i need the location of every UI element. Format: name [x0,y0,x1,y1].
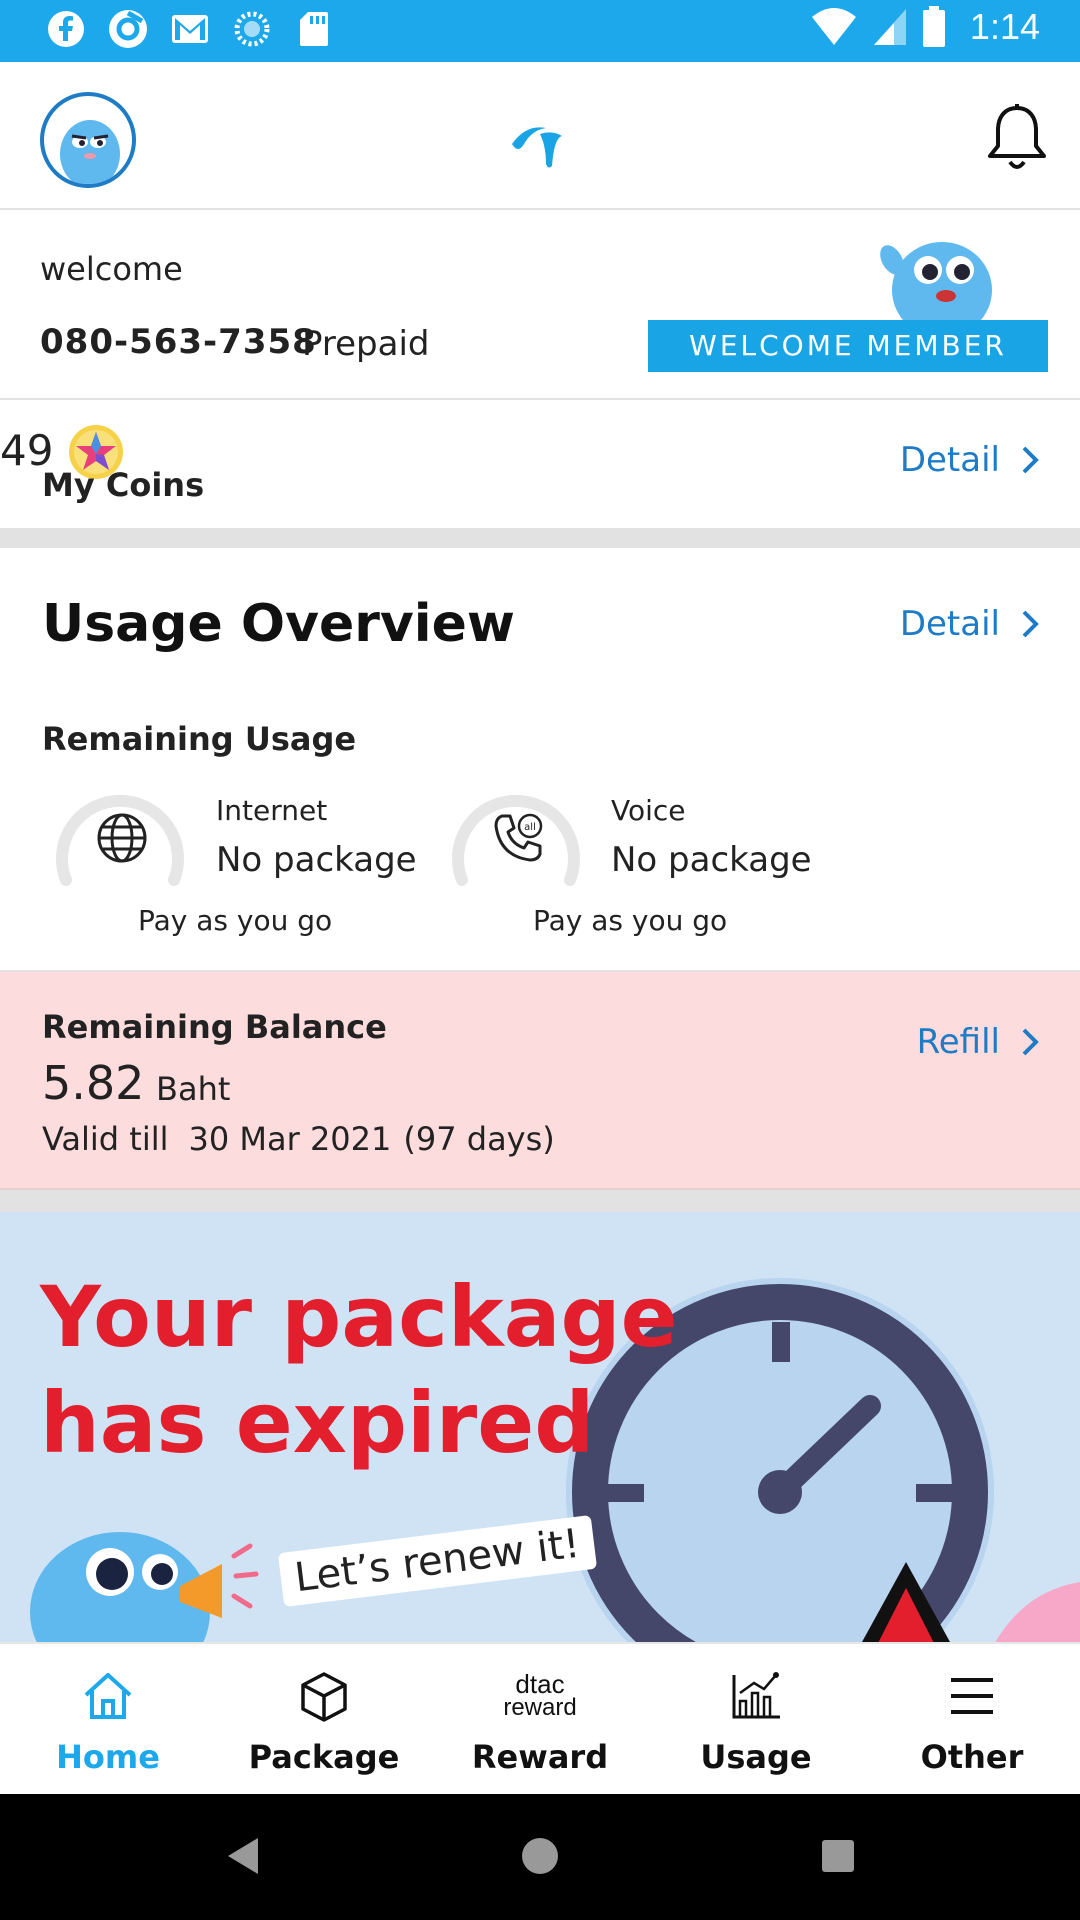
battery-icon [922,6,945,47]
usage-overview-title: Usage Overview [42,594,515,654]
usage-detail-label: Detail [899,604,1000,644]
menu-icon [942,1668,1002,1724]
welcome-greeting: welcome [40,250,183,288]
sd-card-icon [294,9,334,49]
recents-icon[interactable] [820,1838,856,1874]
dtac-reward-icon: dtac reward [503,1668,576,1724]
bottom-nav: Home Package dtac reward Reward Usage Ot… [0,1642,1080,1794]
nav-package[interactable]: Package [216,1644,432,1796]
refill-label: Refill [916,1022,1000,1062]
globe-icon [97,813,147,863]
nav-reward[interactable]: dtac reward Reward [432,1644,648,1796]
nav-other[interactable]: Other [864,1644,1080,1796]
expired-headline-line2: has expired [40,1374,595,1472]
coins-detail-link[interactable]: Detail [900,440,1040,480]
svg-text:all: all [524,822,536,833]
balance-validity: Valid till 30 Mar 2021 (97 days) [42,1120,555,1158]
balance-title: Remaining Balance [42,1008,387,1046]
chevron-right-icon [1022,610,1039,638]
section-divider [0,528,1080,548]
dtac-logo-icon [508,114,572,170]
remaining-balance-card: Remaining Balance 5.82 Baht Valid till 3… [0,972,1080,1190]
voice-pay-note: Pay as you go [533,904,728,937]
status-bar: 1:14 [0,0,1080,62]
remaining-usage-title: Remaining Usage [42,720,357,758]
coins-detail-label: Detail [899,440,1000,480]
usage-detail-link[interactable]: Detail [900,604,1040,644]
app-header [0,62,1080,210]
usage-overview-card: Usage Overview Detail Remaining Usage In… [0,548,1080,972]
nav-other-label: Other [920,1738,1024,1776]
chevron-right-icon [1022,1028,1039,1056]
reward-icon-text-bottom: reward [503,1694,577,1721]
welcome-member-banner: WELCOME MEMBER [648,320,1048,372]
package-expired-banner[interactable]: Your package has expired Let’s renew it! [0,1212,1080,1642]
mascot-avatar-icon [60,120,120,184]
coins-label: My Coins [42,466,205,504]
internet-label: Internet [216,794,328,827]
welcome-card: welcome 080-563-7358 Prepaid WELCOME MEM… [0,210,1080,400]
coins-row[interactable]: 49 My Coins Detail [0,400,1080,528]
refill-link[interactable]: Refill [917,1022,1040,1062]
valid-label: Valid till [42,1120,169,1158]
gmail-icon [170,9,210,49]
nav-home-label: Home [56,1738,160,1776]
balance-amount: 5.82 [42,1056,145,1110]
voice-value: No package [611,840,812,880]
wifi-icon [811,8,856,45]
expired-headline: Your package has expired [40,1264,678,1476]
internet-value: No package [216,840,417,880]
facebook-icon [46,9,86,49]
decor-shape [995,1582,1080,1642]
nav-usage[interactable]: Usage [648,1644,864,1796]
signal-icon [873,9,906,45]
plan-type: Prepaid [302,324,430,364]
nav-reward-label: Reward [471,1738,609,1776]
status-time: 1:14 [969,6,1040,47]
mascot-icon [880,242,992,330]
renew-tagline: Let’s renew it! [277,1515,597,1607]
browser-icon [108,9,148,49]
chevron-right-icon [1022,446,1039,474]
section-divider [0,1190,1080,1212]
nav-usage-label: Usage [700,1738,812,1776]
valid-days: (97 days) [403,1120,555,1158]
balance-unit: Baht [156,1070,231,1108]
voice-label: Voice [611,794,686,827]
home-icon [78,1668,138,1724]
system-status: 1:14 [810,6,1040,48]
avatar[interactable] [40,92,136,188]
home-circle-icon[interactable] [520,1836,560,1876]
system-nav-bar [0,1794,1080,1920]
internet-pay-note: Pay as you go [138,904,333,937]
box-icon [294,1668,354,1724]
bell-icon[interactable] [986,102,1048,174]
phone-icon: all [494,813,543,862]
loading-icon [232,9,272,49]
phone-number: 080-563-7358 [40,322,317,362]
nav-home[interactable]: Home [0,1644,216,1796]
reward-icon-text-top: dtac [515,1669,565,1699]
chart-icon [726,1668,786,1724]
back-icon[interactable] [224,1836,260,1876]
notification-icons [46,9,334,49]
mascot-megaphone-icon [30,1532,259,1642]
expired-headline-line1: Your package [40,1268,678,1366]
valid-date: 30 Mar 2021 [188,1120,392,1158]
nav-package-label: Package [248,1738,400,1776]
